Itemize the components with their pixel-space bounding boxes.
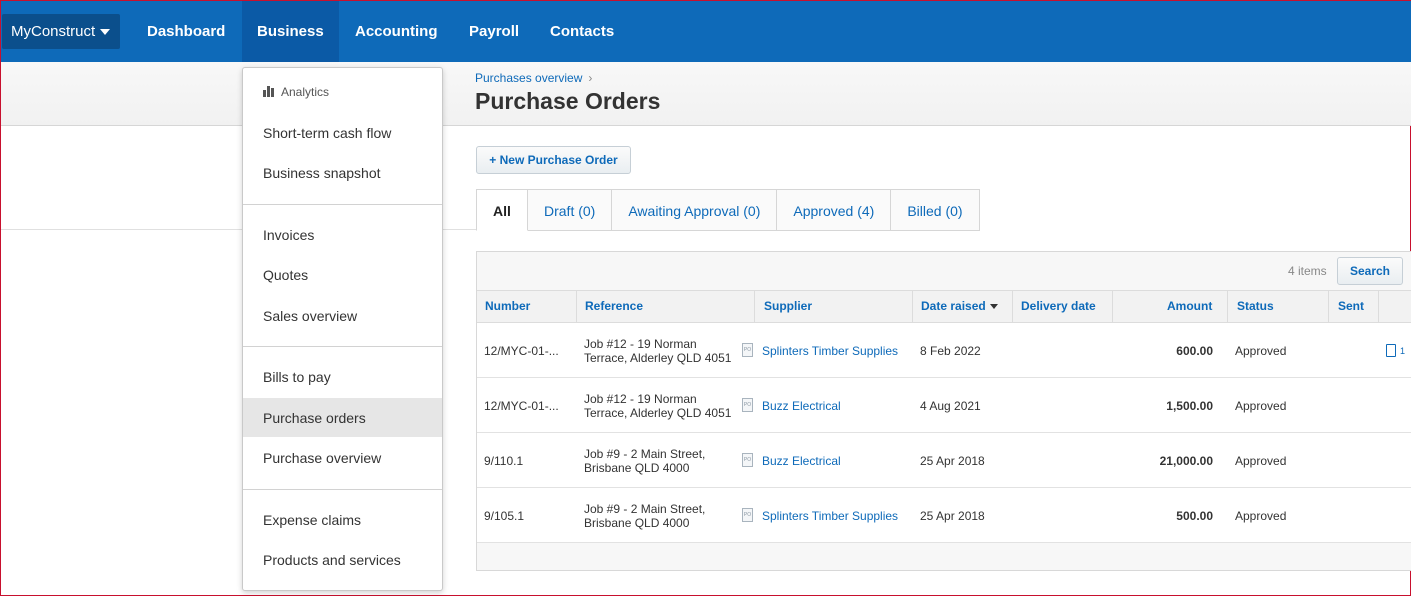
ref-line: Terrace, Alderley QLD 4051: [584, 406, 732, 420]
po-document-icon[interactable]: PO: [742, 508, 753, 522]
po-reference: Job #9 - 2 Main Street, Brisbane QLD 4000: [584, 502, 744, 530]
col-reference[interactable]: Reference: [585, 290, 643, 323]
breadcrumb-purchases-overview[interactable]: Purchases overview: [475, 71, 582, 85]
search-button[interactable]: Search: [1337, 257, 1403, 285]
col-divider: [576, 290, 577, 323]
supplier-link[interactable]: Buzz Electrical: [762, 399, 841, 413]
col-number[interactable]: Number: [485, 290, 530, 323]
status: Approved: [1235, 509, 1287, 523]
col-divider: [1378, 290, 1379, 323]
nav-accounting[interactable]: Accounting: [355, 1, 438, 62]
ref-line: Job #12 - 19 Norman: [584, 337, 697, 351]
menu-heading-analytics: Analytics: [263, 85, 329, 99]
menu-item-sales-overview[interactable]: Sales overview: [263, 308, 357, 324]
page-title: Purchase Orders: [475, 88, 661, 114]
po-number[interactable]: 9/110.1: [484, 454, 523, 468]
ref-line: Terrace, Alderley QLD 4051: [584, 351, 732, 365]
col-date-raised-label: Date raised: [921, 299, 986, 313]
ref-line: Job #12 - 19 Norman: [584, 392, 697, 406]
amount: 21,000.00: [1159, 454, 1213, 468]
col-delivery-date[interactable]: Delivery date: [1021, 290, 1096, 323]
ref-line: Brisbane QLD 4000: [584, 516, 690, 530]
amount: 600.00: [1176, 344, 1213, 358]
po-reference: Job #9 - 2 Main Street, Brisbane QLD 4000: [584, 447, 744, 475]
po-number[interactable]: 12/MYC-01-...: [484, 399, 559, 413]
supplier-link[interactable]: Splinters Timber Supplies: [762, 344, 898, 358]
tab-approved[interactable]: Approved (4): [777, 189, 892, 231]
nav-contacts[interactable]: Contacts: [550, 1, 614, 62]
po-reference: Job #12 - 19 Norman Terrace, Alderley QLD…: [584, 337, 744, 365]
tab-all[interactable]: All: [476, 189, 528, 231]
menu-item-business-snapshot[interactable]: Business snapshot: [263, 165, 381, 181]
amount: 500.00: [1176, 509, 1213, 523]
col-divider: [1012, 290, 1013, 323]
org-name: MyConstruct: [11, 23, 96, 40]
date-raised: 8 Feb 2022: [920, 344, 981, 358]
sent-count: 1: [1400, 346, 1406, 356]
menu-item-bills-to-pay[interactable]: Bills to pay: [263, 369, 331, 385]
col-status[interactable]: Status: [1237, 290, 1274, 323]
sort-desc-icon: [989, 304, 998, 310]
col-divider: [912, 290, 913, 323]
breadcrumb-separator: ›: [588, 71, 593, 85]
status-tabs: All Draft (0) Awaiting Approval (0) Appr…: [476, 189, 980, 231]
ref-line: Job #9 - 2 Main Street,: [584, 447, 706, 461]
status: Approved: [1235, 399, 1287, 413]
po-reference: Job #12 - 19 Norman Terrace, Alderley QLD…: [584, 392, 744, 420]
sent-copy-icon[interactable]: [1386, 344, 1396, 357]
menu-item-quotes[interactable]: Quotes: [263, 267, 308, 283]
po-document-icon[interactable]: PO: [742, 453, 753, 467]
col-date-raised[interactable]: Date raised: [921, 290, 998, 323]
status: Approved: [1235, 344, 1287, 358]
tab-awaiting-approval[interactable]: Awaiting Approval (0): [612, 189, 778, 231]
menu-item-short-term-cash-flow[interactable]: Short-term cash flow: [263, 125, 391, 141]
col-divider: [1112, 290, 1113, 323]
tab-billed[interactable]: Billed (0): [891, 189, 980, 231]
amount: 1,500.00: [1166, 399, 1213, 413]
po-number[interactable]: 12/MYC-01-...: [484, 344, 559, 358]
date-raised: 25 Apr 2018: [920, 454, 985, 468]
supplier-link[interactable]: Splinters Timber Supplies: [762, 509, 898, 523]
col-sent[interactable]: Sent: [1338, 290, 1364, 323]
ref-line: Brisbane QLD 4000: [584, 461, 690, 475]
date-raised: 25 Apr 2018: [920, 509, 985, 523]
org-switcher-button[interactable]: MyConstruct: [2, 14, 120, 49]
col-amount[interactable]: Amount: [1167, 290, 1212, 323]
menu-item-invoices[interactable]: Invoices: [263, 227, 314, 243]
nav-business[interactable]: Business: [242, 1, 339, 62]
menu-item-purchase-overview[interactable]: Purchase overview: [263, 450, 381, 466]
ref-line: Job #9 - 2 Main Street,: [584, 502, 706, 516]
col-divider: [1328, 290, 1329, 323]
date-raised: 4 Aug 2021: [920, 399, 981, 413]
supplier-link[interactable]: Buzz Electrical: [762, 454, 841, 468]
menu-divider: [243, 346, 442, 347]
status: Approved: [1235, 454, 1287, 468]
tab-draft[interactable]: Draft (0): [528, 189, 613, 231]
breadcrumb: Purchases overview ›: [475, 71, 592, 85]
nav-payroll[interactable]: Payroll: [469, 1, 519, 62]
caret-down-icon: [100, 29, 111, 36]
col-supplier[interactable]: Supplier: [764, 290, 812, 323]
items-count: 4 items: [1288, 264, 1327, 278]
menu-divider: [243, 204, 442, 205]
menu-item-products-and-services[interactable]: Products and services: [263, 552, 401, 568]
new-purchase-order-button[interactable]: + New Purchase Order: [476, 146, 631, 174]
nav-dashboard[interactable]: Dashboard: [147, 1, 225, 62]
menu-divider: [243, 489, 442, 490]
menu-item-expense-claims[interactable]: Expense claims: [263, 512, 361, 528]
col-divider: [1227, 290, 1228, 323]
po-document-icon[interactable]: PO: [742, 343, 753, 357]
bar-chart-icon: [263, 86, 274, 97]
col-divider: [754, 290, 755, 323]
top-nav: MyConstruct Dashboard Business Accountin…: [1, 1, 1411, 62]
po-number[interactable]: 9/105.1: [484, 509, 524, 523]
menu-item-purchase-orders[interactable]: Purchase orders: [263, 410, 366, 426]
analytics-label: Analytics: [281, 85, 330, 99]
page-header: [1, 62, 1411, 126]
po-document-icon[interactable]: PO: [742, 398, 753, 412]
